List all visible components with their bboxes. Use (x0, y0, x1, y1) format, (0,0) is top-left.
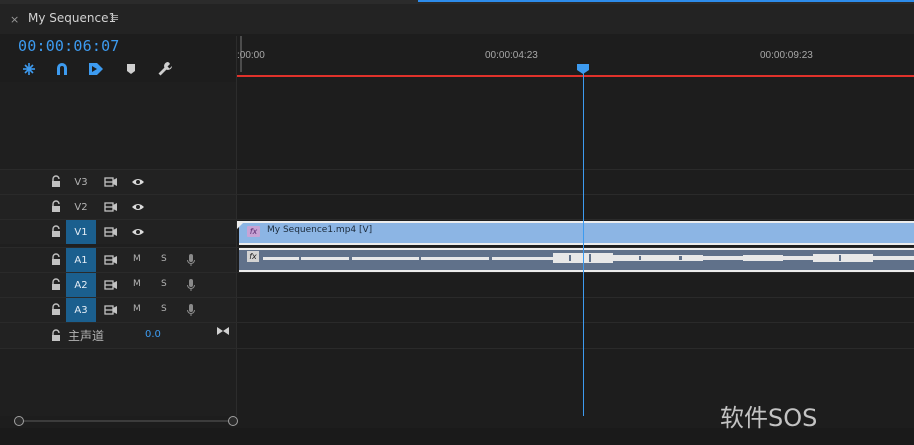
master-track-row: 主声道 0.0 (0, 322, 914, 349)
ruler-label: 00:00:04:23 (485, 50, 538, 61)
eye-icon[interactable] (131, 227, 145, 237)
track-header: A3 M S (0, 298, 236, 322)
track-row-a3: A3 M S (0, 297, 914, 322)
sync-lock-icon[interactable] (104, 226, 118, 238)
lock-icon[interactable] (50, 253, 62, 266)
watermark: 软件SOS (720, 404, 818, 432)
track-header: 主声道 0.0 (0, 323, 236, 348)
snap-icon[interactable] (20, 60, 38, 78)
lock-icon[interactable] (50, 278, 62, 291)
solo-button[interactable]: S (161, 279, 167, 289)
track-header: A2 M S (0, 273, 236, 297)
scrollbar-left-handle[interactable] (14, 416, 24, 426)
ruler-label: 00:00:09:23 (760, 50, 813, 61)
track-target-label[interactable]: V3 (66, 170, 96, 194)
microphone-icon[interactable] (186, 303, 196, 317)
insert-tool-icon[interactable] (87, 60, 105, 78)
audio-clip[interactable]: fx (239, 248, 914, 272)
master-track-label: 主声道 (68, 329, 105, 343)
lock-icon[interactable] (50, 303, 62, 316)
track-header: A1 M S (0, 248, 236, 272)
eye-icon[interactable] (131, 202, 145, 212)
master-volume-value[interactable]: 0.0 (145, 329, 161, 340)
track-target-label[interactable]: A2 (66, 273, 96, 297)
scrollbar-right-handle[interactable] (228, 416, 238, 426)
sync-lock-icon[interactable] (104, 176, 118, 188)
track-target-label[interactable]: V1 (66, 220, 96, 244)
track-header: V2 (0, 195, 236, 219)
sequence-tab-title[interactable]: My Sequence1 (28, 11, 116, 25)
track-header: V1 (0, 220, 236, 244)
wrench-icon[interactable] (156, 60, 174, 78)
sync-lock-icon[interactable] (104, 279, 118, 291)
ruler-label: :00:00 (237, 50, 265, 61)
work-area-bar[interactable] (237, 75, 914, 77)
fx-badge: fx (247, 226, 260, 237)
track-target-label[interactable]: A1 (66, 248, 96, 272)
mute-button[interactable]: M (133, 279, 141, 289)
video-clip-name: My Sequence1.mp4 [V] (267, 225, 373, 235)
playhead-timecode[interactable]: 00:00:06:07 (18, 37, 120, 55)
scrollbar-track[interactable] (14, 420, 236, 422)
lock-icon[interactable] (50, 200, 62, 213)
sync-lock-icon[interactable] (104, 201, 118, 213)
lock-icon[interactable] (50, 329, 62, 342)
active-panel-indicator (418, 0, 914, 2)
time-ruler[interactable]: :00:00 00:00:04:23 00:00:09:23 (237, 36, 914, 76)
microphone-icon[interactable] (186, 278, 196, 292)
lock-icon[interactable] (50, 225, 62, 238)
lock-icon[interactable] (50, 175, 62, 188)
sync-lock-icon[interactable] (104, 254, 118, 266)
track-row-v3: V3 (0, 169, 914, 194)
linked-selection-icon[interactable] (53, 60, 71, 78)
solo-button[interactable]: S (161, 304, 167, 314)
video-clip[interactable]: fx My Sequence1.mp4 [V] (237, 221, 914, 245)
track-row-v2: V2 (0, 194, 914, 219)
eye-icon[interactable] (131, 177, 145, 187)
mute-button[interactable]: M (133, 304, 141, 314)
close-panel-icon[interactable]: × (10, 13, 19, 26)
track-row-a2: A2 M S (0, 272, 914, 297)
track-target-label[interactable]: V2 (66, 195, 96, 219)
sync-lock-icon[interactable] (104, 304, 118, 316)
marker-icon[interactable] (122, 60, 140, 78)
track-header: V3 (0, 170, 236, 194)
mute-button[interactable]: M (133, 254, 141, 264)
microphone-icon[interactable] (186, 253, 196, 267)
timeline-panel-header (0, 4, 914, 34)
track-target-label[interactable]: A3 (66, 298, 96, 322)
audio-waveform (263, 253, 914, 263)
playhead-handle[interactable] (577, 64, 589, 74)
playhead-line[interactable] (583, 70, 584, 416)
solo-button[interactable]: S (161, 254, 167, 264)
panel-menu-icon[interactable]: ≡ (110, 11, 119, 24)
go-to-edit-point-icon[interactable] (217, 326, 229, 336)
